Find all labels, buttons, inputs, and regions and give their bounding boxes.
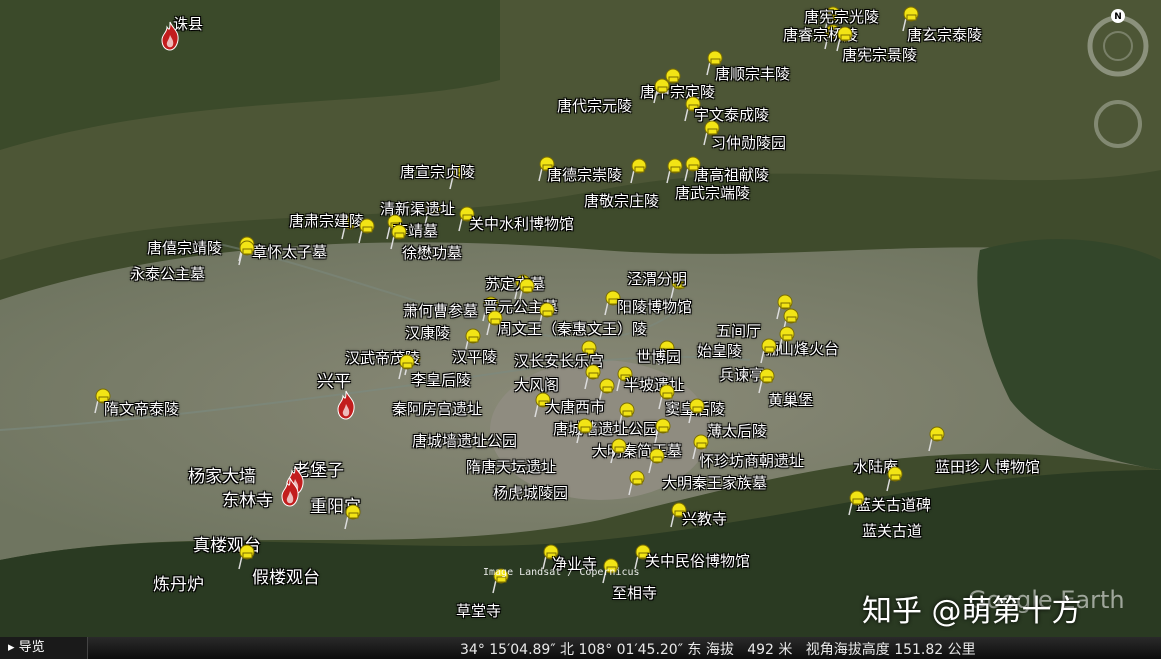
pushpin-icon[interactable] bbox=[236, 240, 256, 266]
pushpin-icon[interactable] bbox=[574, 418, 594, 444]
placemark-label[interactable]: 怀珍坊商朝遗址 bbox=[699, 450, 804, 471]
pushpin-icon[interactable] bbox=[342, 504, 362, 530]
placemark-label[interactable]: 汉康陵 bbox=[405, 322, 450, 343]
pushpin-icon[interactable] bbox=[651, 78, 671, 104]
placemark-label[interactable]: 萧何曹参墓 bbox=[403, 300, 478, 321]
eye-altitude-value: 151.82 公里 bbox=[894, 642, 976, 658]
placemark-label[interactable]: 永泰公主墓 bbox=[130, 263, 205, 284]
placemark-label[interactable]: 大明秦王家族墓 bbox=[662, 472, 767, 493]
placemark-label[interactable]: 汉平陵 bbox=[452, 346, 497, 367]
placemark-label[interactable]: 李皇后陵 bbox=[411, 369, 471, 390]
placemark-label[interactable]: 东林寺 bbox=[222, 486, 273, 511]
placemark-label[interactable]: 唐僖宗靖陵 bbox=[147, 237, 222, 258]
pushpin-icon[interactable] bbox=[484, 310, 504, 336]
placemark-label[interactable]: 兴教寺 bbox=[682, 508, 727, 529]
placemark-label[interactable]: 大唐西市 bbox=[545, 396, 605, 417]
pushpin-icon[interactable] bbox=[628, 158, 648, 184]
placemark-label[interactable]: 蓝关古道碑 bbox=[856, 494, 931, 515]
status-bar: ▸ 导览 34° 15′04.89″ 北 108° 01′45.20″ 东 海拔… bbox=[0, 637, 1161, 659]
placemark-label[interactable]: 周文王（秦惠文王）陵 bbox=[497, 318, 647, 339]
placemark-label[interactable]: 唐敬宗庄陵 bbox=[584, 190, 659, 211]
placemark-label[interactable]: 蓝田珍人博物馆 bbox=[935, 456, 1040, 477]
fire-icon[interactable] bbox=[279, 477, 301, 507]
pushpin-icon[interactable] bbox=[646, 448, 666, 474]
placemark-label[interactable]: 关中民俗博物馆 bbox=[645, 550, 750, 571]
pushpin-icon[interactable] bbox=[664, 158, 684, 184]
placemark-label[interactable]: 唐武宗端陵 bbox=[675, 182, 750, 203]
placemark-label[interactable]: 唐代宗元陵 bbox=[557, 95, 632, 116]
placemark-label[interactable]: 大明秦简王墓 bbox=[592, 440, 682, 461]
placemark-label[interactable]: 隋文帝泰陵 bbox=[104, 398, 179, 419]
placemark-label[interactable]: 唐城墙遗址公园 bbox=[412, 430, 517, 451]
placemark-label[interactable]: 唐玄宗泰陵 bbox=[907, 24, 982, 45]
placemark-label[interactable]: 阳陵博物馆 bbox=[617, 296, 692, 317]
pushpin-icon[interactable] bbox=[926, 426, 946, 452]
play-icon: ▸ bbox=[8, 640, 19, 655]
placemark-label[interactable]: 蓝关古道 bbox=[862, 520, 922, 541]
eye-altitude-label: 视角海拔高度 bbox=[805, 642, 890, 658]
status-readout: 34° 15′04.89″ 北 108° 01′45.20″ 东 海拔 492 … bbox=[460, 639, 976, 659]
pushpin-icon[interactable] bbox=[608, 438, 628, 464]
satellite-map[interactable]: 唐宪宗光陵 唐睿宗桥陵 唐玄宗泰陵 唐宪宗景陵 唐顺宗丰陵 唐中宗定陵 唐代宗元陵 宇文泰成陵… bbox=[0, 0, 1161, 659]
placemark-label[interactable]: 至相寺 bbox=[612, 582, 657, 603]
placemark-label[interactable]: 杨虎城陵园 bbox=[493, 482, 568, 503]
coordinates-readout: 34° 15′04.89″ 北 108° 01′45.20″ 东 bbox=[460, 642, 702, 658]
pushpin-icon[interactable] bbox=[682, 156, 702, 182]
placemark-label[interactable]: 唐城墙遗址公园 bbox=[553, 418, 658, 439]
placemark-label[interactable]: 习仲勋陵园 bbox=[711, 132, 786, 153]
pushpin-icon[interactable] bbox=[356, 218, 376, 244]
placemark-label[interactable]: 唐德宗崇陵 bbox=[547, 164, 622, 185]
placemark-label[interactable]: 杨家大墙 bbox=[188, 462, 256, 487]
placemark-label[interactable]: 薄太后陵 bbox=[707, 420, 767, 441]
pushpin-icon[interactable] bbox=[884, 466, 904, 492]
fire-icon[interactable] bbox=[335, 390, 357, 420]
fire-icon[interactable] bbox=[159, 21, 181, 51]
placemark-label[interactable]: 黄巢堡 bbox=[768, 389, 813, 410]
placemark-label[interactable]: 假楼观台 bbox=[252, 563, 320, 588]
placemark-label[interactable]: 唐肃宗建陵 bbox=[289, 210, 364, 231]
guide-button[interactable]: ▸ 导览 bbox=[0, 637, 88, 659]
zhihu-watermark: 知乎 @萌第十方 bbox=[862, 594, 1082, 629]
pushpin-icon[interactable] bbox=[776, 326, 796, 352]
placemark-label[interactable]: 草堂寺 bbox=[456, 600, 501, 621]
placemark-label[interactable]: 苏定方墓 bbox=[485, 273, 545, 294]
pushpin-icon[interactable] bbox=[686, 398, 706, 424]
imagery-credit: Image Landsat / Copernicus bbox=[483, 567, 640, 578]
placemark-label[interactable]: 徐懋功墓 bbox=[402, 242, 462, 263]
placemark-label[interactable]: 炼丹炉 bbox=[153, 570, 204, 595]
pushpin-icon[interactable] bbox=[758, 338, 778, 364]
compass-north-label: N bbox=[1114, 12, 1122, 22]
placemark-label[interactable]: 秦阿房宫遗址 bbox=[392, 398, 482, 419]
tilt-control-icon[interactable] bbox=[1094, 100, 1142, 148]
pushpin-icon[interactable] bbox=[626, 470, 646, 496]
placemark-label[interactable]: 唐顺宗丰陵 bbox=[715, 63, 790, 84]
navigation-controls[interactable]: N bbox=[1087, 6, 1149, 166]
pushpin-icon[interactable] bbox=[846, 490, 866, 516]
guide-label: 导览 bbox=[18, 640, 45, 655]
elevation-value: 492 米 bbox=[747, 642, 793, 658]
placemark-label[interactable]: 五间厅 bbox=[716, 320, 761, 341]
placemark-label[interactable]: 唐宣宗贞陵 bbox=[400, 161, 475, 182]
placemark-label[interactable]: 泾渭分明 bbox=[627, 268, 687, 289]
placemark-label[interactable]: 兴平 bbox=[317, 367, 351, 392]
placemark-label[interactable]: 世博园 bbox=[636, 346, 681, 367]
placemark-label[interactable]: 始皇陵 bbox=[697, 340, 742, 361]
placemark-label[interactable]: 关中水利博物馆 bbox=[469, 213, 574, 234]
placemark-label[interactable]: 章怀太子墓 bbox=[252, 241, 327, 262]
placemark-label[interactable]: 唐宪宗景陵 bbox=[842, 44, 917, 65]
elevation-label: 海拔 bbox=[705, 642, 734, 658]
placemark-label[interactable]: 隋唐天坛遗址 bbox=[466, 456, 556, 477]
